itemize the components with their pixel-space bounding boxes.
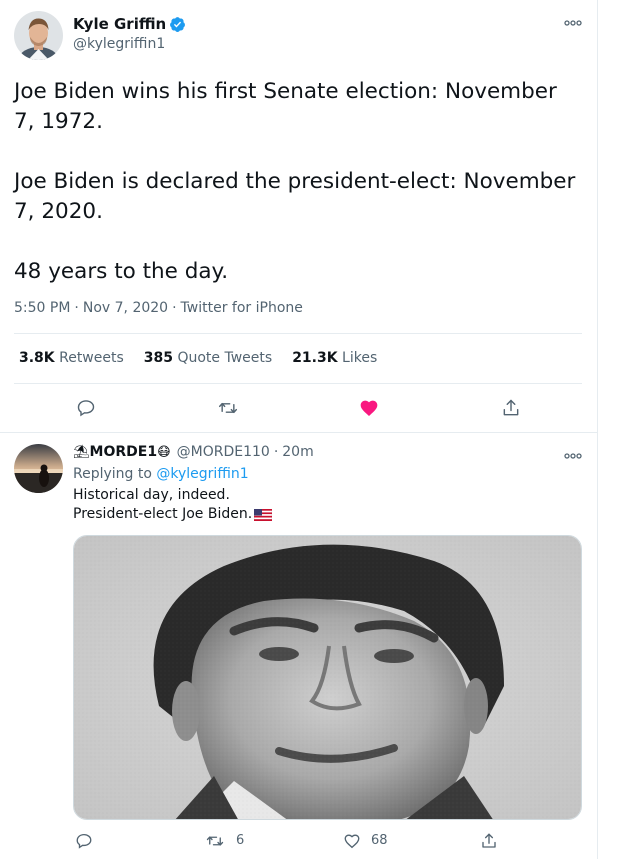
heart-icon[interactable] <box>341 830 363 852</box>
author-name[interactable]: Kyle Griffin <box>73 15 186 33</box>
verified-badge-icon <box>169 16 186 33</box>
author-avatar[interactable] <box>14 11 63 60</box>
timeline-right-border <box>597 0 598 859</box>
quote-tweets-stat[interactable]: 385 Quote Tweets <box>144 350 272 366</box>
author-handle[interactable]: @kylegriffin1 <box>73 36 165 52</box>
reply-text-line: President-elect Joe Biden. <box>73 505 273 524</box>
separator-dot: · <box>273 444 279 460</box>
share-icon[interactable] <box>478 830 500 852</box>
reply-icon[interactable] <box>73 830 95 852</box>
main-tweet: Kyle Griffin @kylegriffin1 Joe Biden win… <box>0 0 597 433</box>
more-horizontal-icon[interactable] <box>563 448 583 464</box>
reply-tweet[interactable]: ⛱ MORDE1 😷 @MORDE110 · 20m Replying to @… <box>0 434 597 859</box>
replying-to-mention[interactable]: @kylegriffin1 <box>156 466 248 482</box>
tweet-time[interactable]: 5:50 PM <box>14 300 70 316</box>
tweet-text-line: Joe Biden wins his first Senate election… <box>14 79 557 134</box>
tweet-source[interactable]: Twitter for iPhone <box>181 300 303 316</box>
retweet-count: 6 <box>236 833 245 848</box>
reply-text-line: Historical day, indeed. <box>73 487 230 503</box>
tweet-text-line: 48 years to the day. <box>14 259 229 284</box>
tweet-date[interactable]: Nov 7, 2020 <box>83 300 168 316</box>
share-icon[interactable] <box>500 397 522 419</box>
reply-time[interactable]: 20m <box>282 444 313 460</box>
divider <box>14 333 582 334</box>
reply-handle[interactable]: @MORDE110 <box>177 444 270 460</box>
heart-icon[interactable] <box>358 397 380 419</box>
retweets-stat[interactable]: 3.8K Retweets <box>19 350 124 366</box>
tweet-meta: 5:50 PM · Nov 7, 2020 · Twitter for iPhone <box>14 300 303 316</box>
tweet-stats: 3.8K Retweets 385 Quote Tweets 21.3K Lik… <box>19 350 397 366</box>
reply-header: ⛱ MORDE1 😷 @MORDE110 · 20m <box>73 444 314 460</box>
tweet-photo[interactable] <box>73 535 582 820</box>
reply-text: Historical day, indeed. President-elect … <box>73 486 273 524</box>
tweet-text-line: Joe Biden is declared the president-elec… <box>14 169 576 224</box>
reply-icon[interactable] <box>75 397 97 419</box>
like-count: 68 <box>371 833 388 848</box>
tweet-text: Joe Biden wins his first Senate election… <box>14 77 584 287</box>
mask-emoji: 😷 <box>157 444 171 460</box>
reply-display-name[interactable]: MORDE1 <box>90 444 158 460</box>
retweet-icon[interactable] <box>204 830 226 852</box>
more-horizontal-icon[interactable] <box>563 15 583 31</box>
likes-stat[interactable]: 21.3K Likes <box>292 350 377 366</box>
reply-avatar[interactable] <box>14 444 63 493</box>
beach-umbrella-emoji: ⛱ <box>73 444 90 460</box>
replying-to: Replying to @kylegriffin1 <box>73 466 249 482</box>
us-flag-icon <box>254 508 273 521</box>
divider <box>14 383 582 384</box>
retweet-icon[interactable] <box>217 397 239 419</box>
